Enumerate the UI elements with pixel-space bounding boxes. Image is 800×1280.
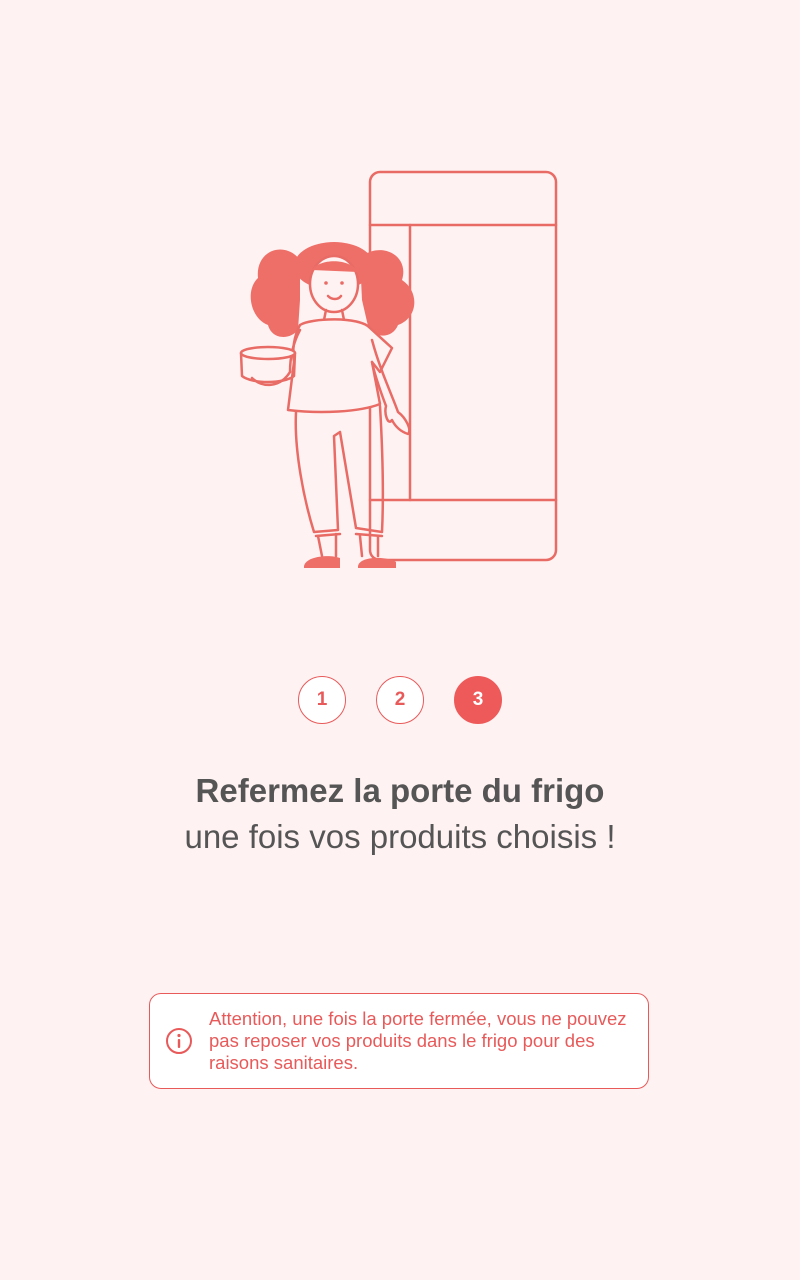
step-2[interactable]: 2 xyxy=(376,676,424,724)
fridge-illustration xyxy=(220,160,580,580)
notice-text: Attention, une fois la porte fermée, vou… xyxy=(209,1008,627,1073)
step-3-active[interactable]: 3 xyxy=(454,676,502,724)
step-indicator: 1 2 3 xyxy=(0,676,800,724)
page-title: Refermez la porte du frigo xyxy=(195,772,605,809)
info-icon xyxy=(166,1028,192,1054)
page-subtitle: une fois vos produits choisis ! xyxy=(184,818,616,855)
warning-notice: Attention, une fois la porte fermée, vou… xyxy=(149,993,649,1089)
step-1[interactable]: 1 xyxy=(298,676,346,724)
